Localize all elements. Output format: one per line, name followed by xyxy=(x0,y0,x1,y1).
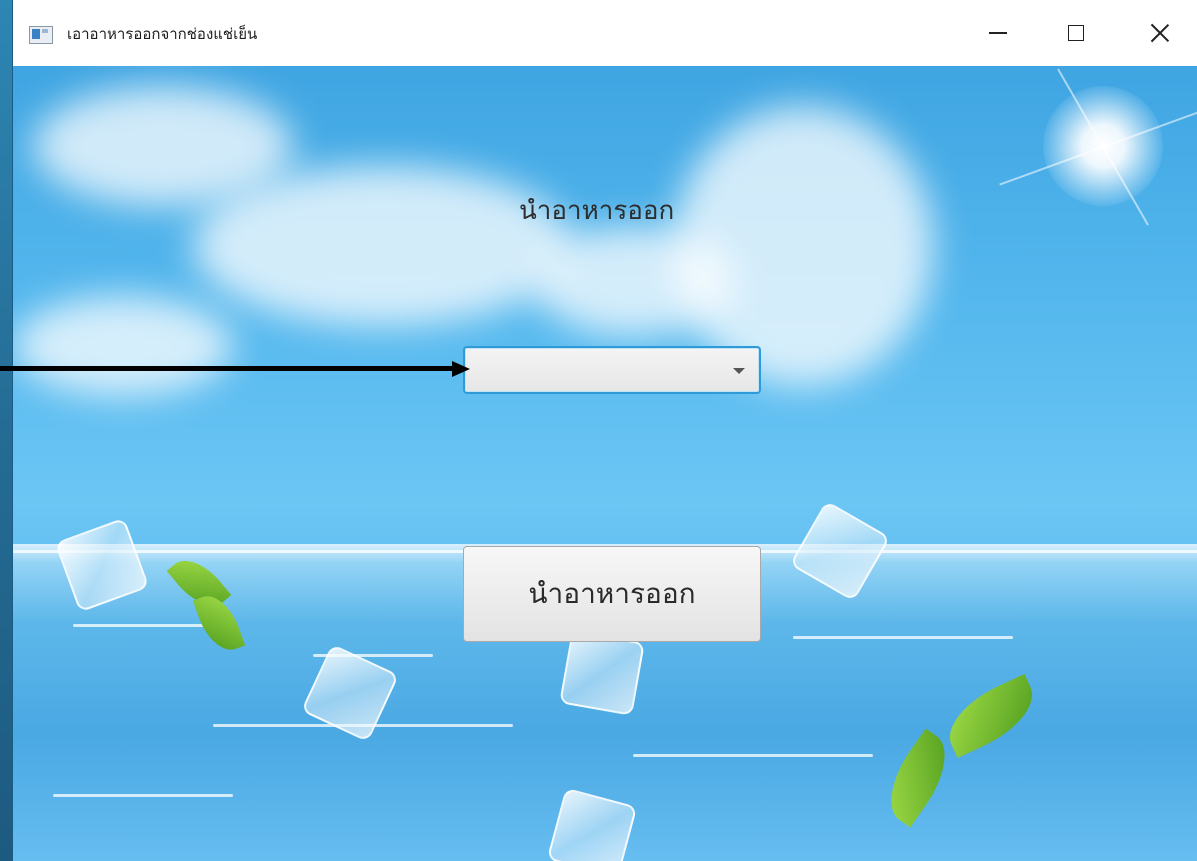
food-select-combobox[interactable] xyxy=(463,346,761,394)
maximize-icon xyxy=(1068,25,1084,41)
minimize-icon xyxy=(989,32,1007,34)
ripple-decoration xyxy=(633,754,873,757)
minimize-button[interactable] xyxy=(975,0,1021,66)
app-window: เอาอาหารออกจากช่องแช่เย็น นำอาหารออก นำอ… xyxy=(12,0,1197,861)
annotation-arrow-head xyxy=(452,361,470,377)
screen: เอาอาหารออกจากช่องแช่เย็น นำอาหารออก นำอ… xyxy=(0,0,1197,861)
content-area: นำอาหารออก นำอาหารออก xyxy=(13,66,1197,861)
ice-cube-decoration xyxy=(559,630,645,716)
cloud-decoration xyxy=(13,296,233,396)
maximize-button[interactable] xyxy=(1053,0,1099,66)
cloud-decoration xyxy=(193,166,573,326)
page-heading: นำอาหารออก xyxy=(519,196,675,226)
cloud-decoration xyxy=(673,106,933,386)
close-icon xyxy=(1150,23,1170,43)
chevron-down-icon[interactable] xyxy=(733,368,745,374)
desktop-edge xyxy=(0,0,12,861)
close-button[interactable] xyxy=(1137,0,1183,66)
annotation-arrow-line xyxy=(0,366,456,371)
title-bar[interactable]: เอาอาหารออกจากช่องแช่เย็น xyxy=(13,0,1197,66)
ripple-decoration xyxy=(53,794,233,797)
remove-food-button[interactable]: นำอาหารออก xyxy=(463,546,761,642)
app-window-icon xyxy=(29,26,53,44)
ripple-decoration xyxy=(793,636,1013,639)
window-title: เอาอาหารออกจากช่องแช่เย็น xyxy=(67,25,258,43)
